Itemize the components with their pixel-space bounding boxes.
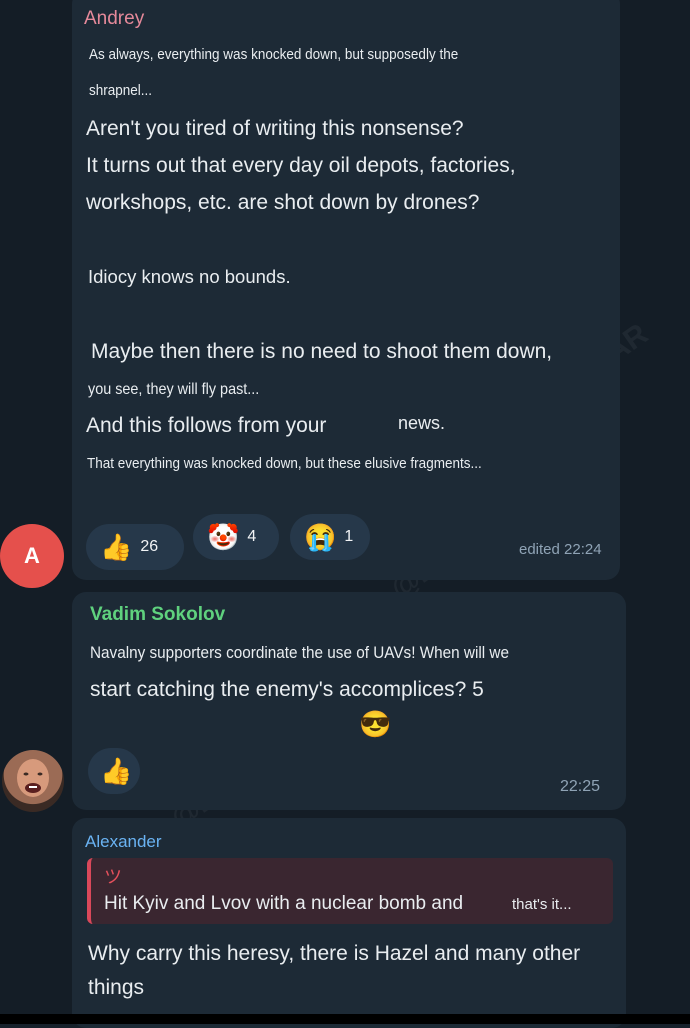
avatar-letter: A (24, 543, 40, 568)
message-text: Aren't you tired of writing this nonsens… (86, 117, 464, 140)
message-text: things (88, 976, 145, 999)
sunglasses-emoji-icon: 😎 (359, 709, 392, 739)
message-text: Maybe then there is no need to shoot the… (91, 340, 553, 363)
message-text: That everything was knocked down, but th… (87, 455, 482, 472)
reply-quote[interactable]: ツ Hit Kyiv and Lvov with a nuclear bomb … (87, 858, 613, 924)
message-text: Navalny supporters coordinate the use of… (90, 643, 509, 662)
thumbs-up-icon: 👍 (100, 532, 133, 562)
user-photo-icon (17, 759, 49, 797)
reaction-thumbs-up[interactable]: 👍 (88, 748, 140, 794)
reply-text: that's it... (512, 896, 572, 913)
message-text: Why carry this heresy, there is Hazel an… (88, 942, 581, 965)
avatar[interactable]: A (0, 524, 64, 588)
clown-face-icon: 🤡 (207, 522, 240, 552)
sender-name[interactable]: Andrey (84, 8, 144, 30)
message-text: shrapnel... (89, 82, 153, 99)
reply-text: Hit Kyiv and Lvov with a nuclear bomb an… (104, 893, 464, 914)
message-text: It turns out that every day oil depots, … (86, 154, 516, 177)
message-text: news. (398, 413, 446, 433)
avatar[interactable] (2, 750, 64, 812)
reaction-count: 1 (344, 528, 354, 545)
message-bubble[interactable]: Vadim Sokolov Navalny supporters coordin… (72, 592, 626, 810)
reaction-count: 26 (140, 538, 159, 555)
sender-name[interactable]: Alexander (85, 832, 162, 852)
message-text: And this follows from your (86, 414, 327, 437)
reaction-thumbs-up[interactable]: 👍 26 (86, 524, 184, 570)
reply-author: ツ (104, 867, 122, 887)
message-bubble[interactable]: Andrey As always, everything was knocked… (72, 0, 620, 580)
message-time: 22:25 (560, 778, 601, 795)
message-text: workshops, etc. are shot down by drones? (86, 191, 480, 214)
bottom-bar (0, 1014, 690, 1024)
crying-face-icon: 😭 (304, 522, 337, 552)
message-text: start catching the enemy's accomplices? … (90, 678, 484, 701)
message-bubble[interactable]: Alexander ツ Hit Kyiv and Lvov with a nuc… (72, 818, 626, 1028)
message-text: you see, they will fly past... (88, 381, 260, 398)
reaction-clown[interactable]: 🤡 4 (193, 514, 279, 560)
message-text: Idiocy knows no bounds. (88, 266, 291, 287)
thumbs-up-icon: 👍 (100, 756, 133, 786)
message-time: edited 22:24 (519, 541, 602, 558)
reaction-crying[interactable]: 😭 1 (290, 514, 370, 560)
sender-name[interactable]: Vadim Sokolov (90, 604, 225, 626)
message-text: As always, everything was knocked down, … (89, 46, 459, 63)
reaction-count: 4 (247, 528, 257, 545)
